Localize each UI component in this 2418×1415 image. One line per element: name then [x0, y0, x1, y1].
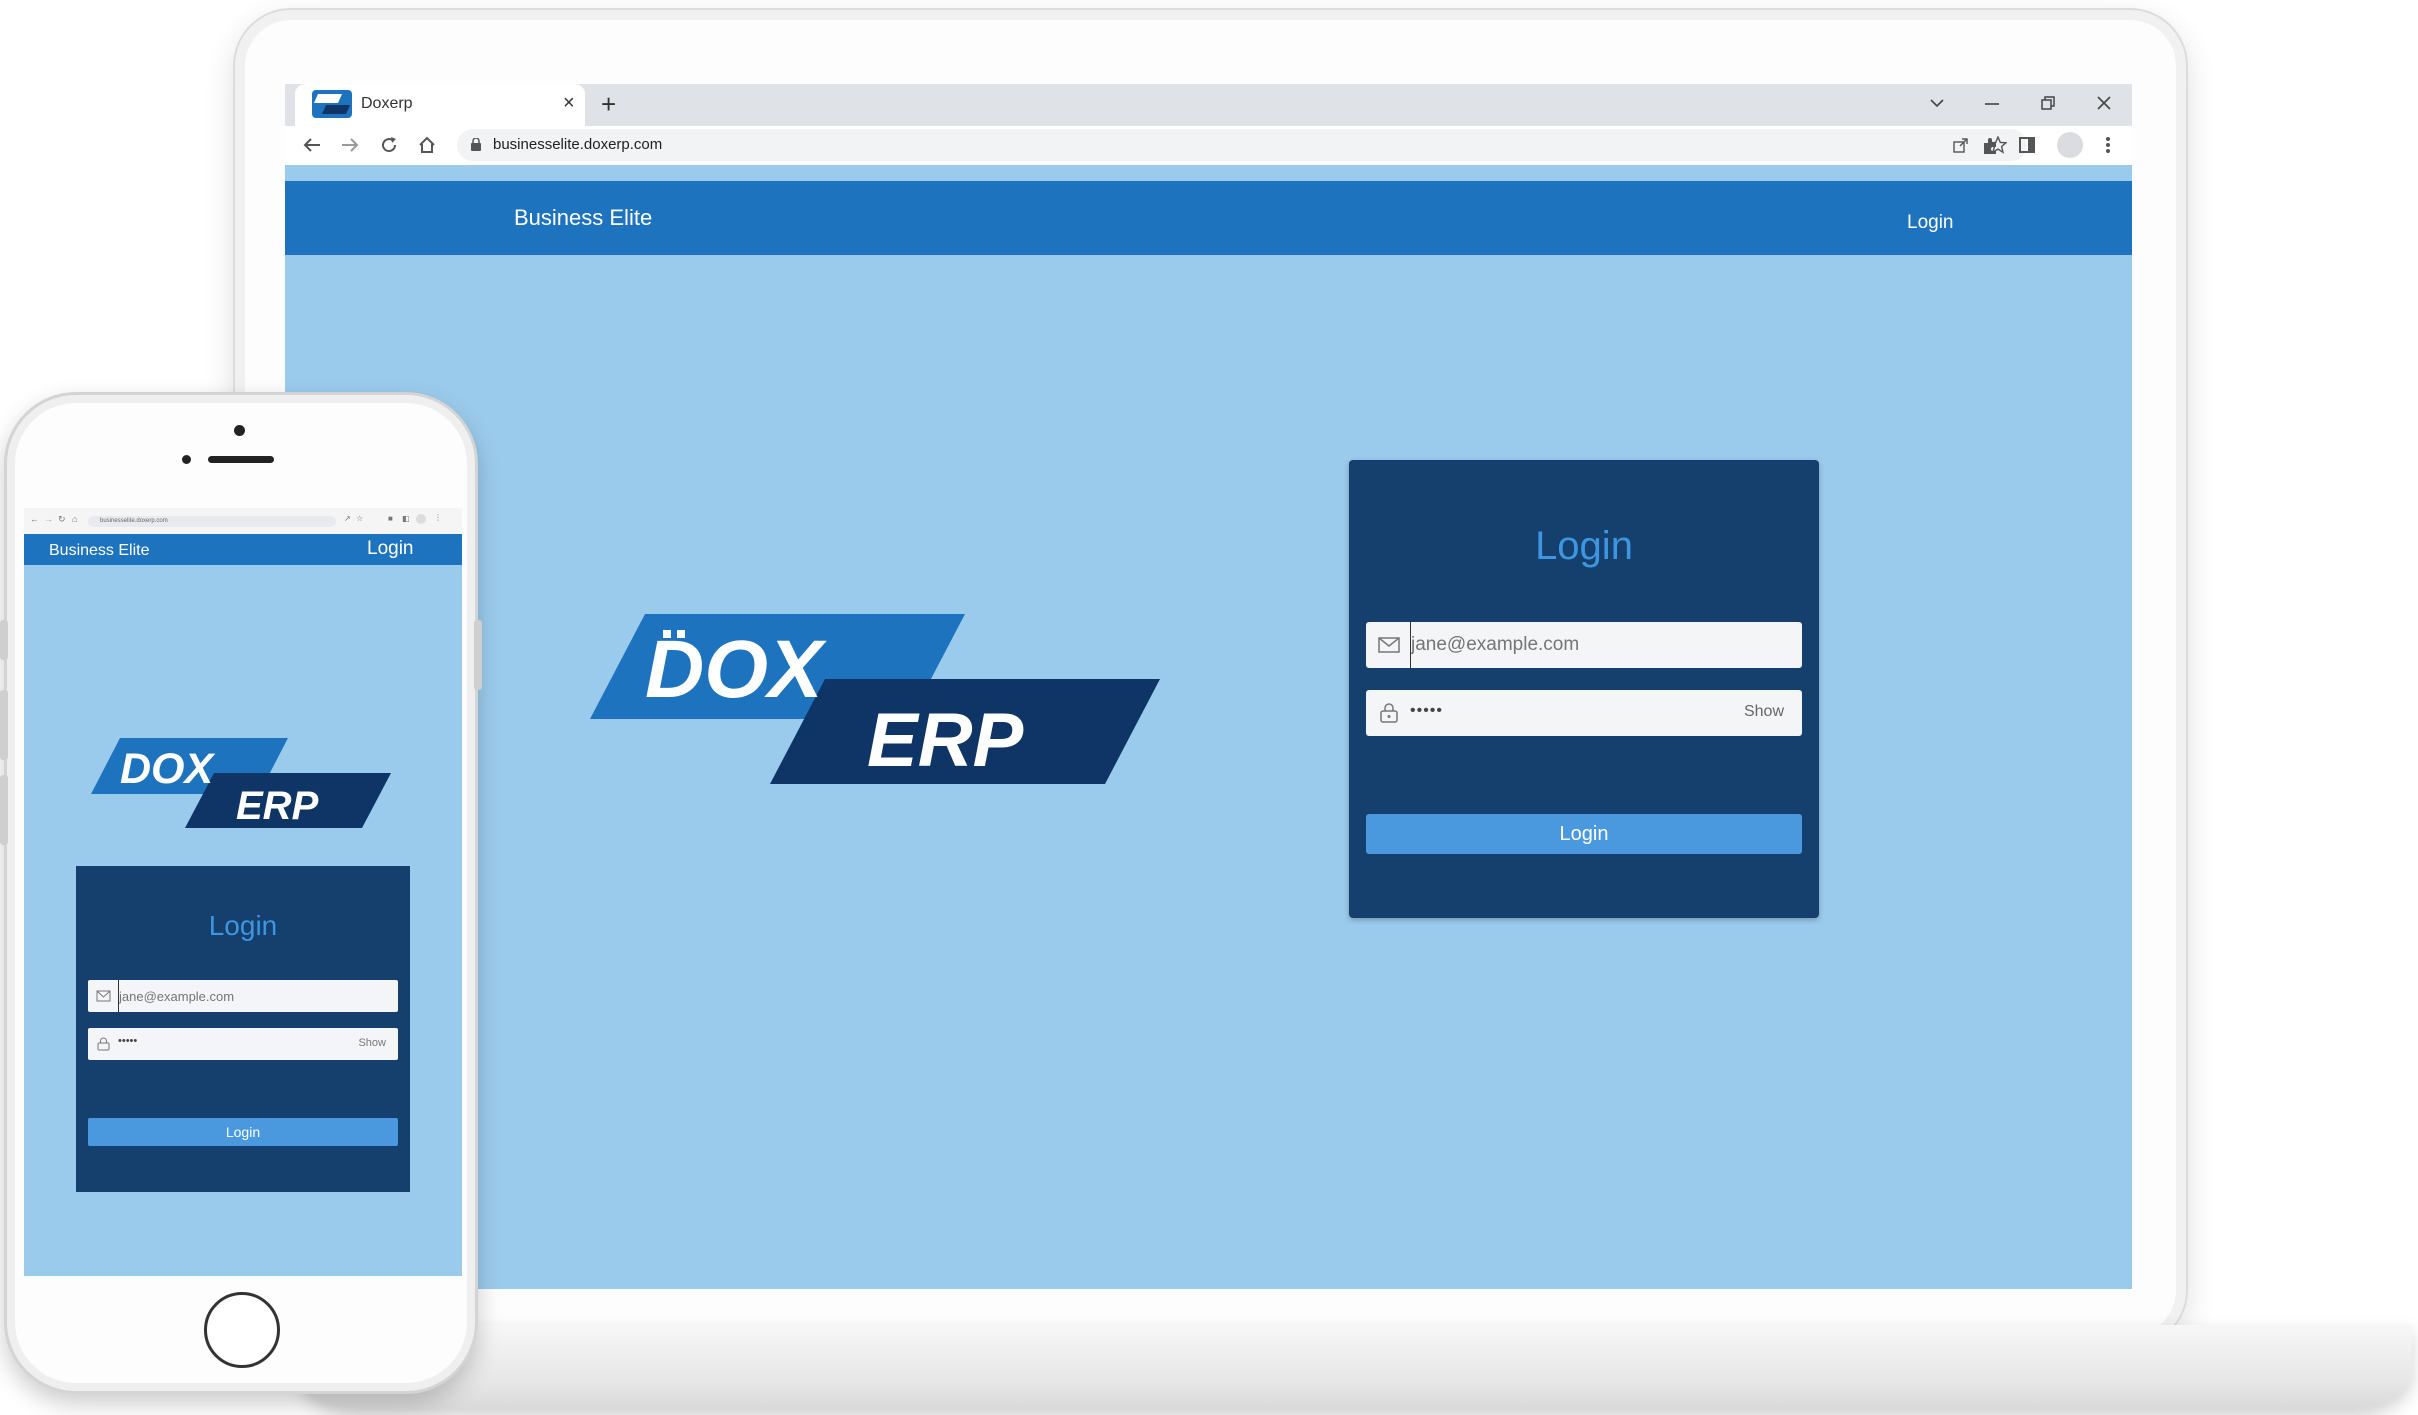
- proximity-sensor: [182, 455, 191, 464]
- address-bar[interactable]: businesselite.doxerp.com: [457, 129, 2027, 161]
- home-icon[interactable]: [418, 136, 436, 154]
- mobile-logo-text-dox: DOX: [120, 745, 216, 793]
- mobile-browser-toolbar: ← → ↻ ⌂ businesselite.doxerp.com ↗ ☆ ■ ◧…: [24, 508, 462, 534]
- email-field[interactable]: [1366, 622, 1802, 668]
- phone-side-button: [0, 620, 8, 660]
- mobile-lock-icon: [97, 1037, 110, 1051]
- mobile-doxerp-logo: DOX ERP: [91, 738, 391, 828]
- password-input[interactable]: •••••: [1410, 702, 1443, 720]
- mobile-login-card-title: Login: [208, 910, 278, 941]
- phone-power-button: [474, 620, 482, 690]
- minimize-icon[interactable]: [1985, 102, 1999, 106]
- arrow-right-icon[interactable]: [341, 137, 359, 153]
- tab-title: Doxerp: [361, 95, 413, 112]
- mobile-arrow-left-icon[interactable]: ←: [30, 514, 39, 524]
- new-tab-button[interactable]: +: [601, 89, 616, 120]
- phone-screen: ← → ↻ ⌂ businesselite.doxerp.com ↗ ☆ ■ ◧…: [24, 508, 462, 1276]
- phone-volume-down-button: [0, 775, 8, 845]
- brand-title[interactable]: Business Elite: [514, 205, 652, 231]
- restore-icon[interactable]: [2041, 96, 2055, 110]
- password-field[interactable]: ••••• Show: [1366, 690, 1802, 736]
- login-card-title: Login: [1535, 524, 1633, 568]
- mobile-share-icon[interactable]: ↗: [344, 514, 351, 523]
- mobile-app-header: Business Elite Login: [24, 534, 462, 565]
- browser-tab[interactable]: Doxerp ×: [295, 84, 585, 126]
- mobile-login-submit-button[interactable]: Login: [88, 1118, 398, 1146]
- login-card: Login ••••• Show Login: [1349, 460, 1819, 918]
- mobile-home-icon[interactable]: ⌂: [72, 514, 77, 524]
- show-password-button[interactable]: Show: [1744, 703, 1784, 721]
- arrow-left-icon[interactable]: [303, 137, 321, 153]
- front-camera: [234, 425, 245, 436]
- profile-avatar[interactable]: [2057, 132, 2083, 158]
- mobile-address-bar[interactable]: businesselite.doxerp.com: [88, 516, 336, 527]
- phone-volume-up-button: [0, 690, 8, 760]
- mobile-header-login-link[interactable]: Login: [367, 538, 414, 560]
- mobile-arrow-right-icon[interactable]: →: [44, 514, 53, 524]
- tab-search-chevron-icon[interactable]: [1929, 98, 1945, 108]
- mobile-email-field[interactable]: [88, 980, 398, 1012]
- email-input[interactable]: [1410, 622, 1710, 668]
- mobile-logo-text-erp: ERP: [236, 784, 319, 828]
- mobile-show-password-button[interactable]: Show: [358, 1037, 386, 1049]
- laptop-screen: Doxerp × + businesselite.doxerp.com Busi…: [285, 84, 2132, 1289]
- lock-icon: [1380, 703, 1398, 723]
- browser-toolbar: businesselite.doxerp.com: [285, 126, 2132, 165]
- mobile-more-menu-icon[interactable]: ⋮: [434, 513, 442, 522]
- mobile-login-card: Login ••••• Show Login: [76, 866, 410, 1192]
- mobile-reload-icon[interactable]: ↻: [58, 514, 66, 525]
- logo-text-erp: ERP: [867, 698, 1024, 783]
- phone-home-button[interactable]: [204, 1292, 280, 1368]
- mobile-side-panel-icon[interactable]: ◧: [402, 514, 410, 523]
- more-menu-icon[interactable]: [2105, 136, 2111, 154]
- reload-icon[interactable]: [380, 136, 398, 154]
- logo-text-dox: DOX: [645, 624, 827, 715]
- mobile-brand-title[interactable]: Business Elite: [49, 542, 150, 560]
- share-icon[interactable]: [1953, 137, 1969, 153]
- doxerp-favicon-icon: [312, 90, 352, 118]
- mobile-extensions-icon[interactable]: ■: [388, 514, 393, 523]
- browser-tabstrip: Doxerp × +: [285, 84, 2132, 126]
- mobile-star-icon[interactable]: ☆: [356, 514, 363, 523]
- mobile-password-field[interactable]: ••••• Show: [88, 1028, 398, 1060]
- mobile-email-input[interactable]: [118, 980, 338, 1012]
- doxerp-logo: DOX ERP: [590, 614, 1160, 784]
- extensions-icon[interactable]: [1981, 137, 1999, 155]
- earpiece-speaker: [208, 456, 274, 463]
- mobile-password-input[interactable]: •••••: [118, 1035, 137, 1047]
- app-header: Business Elite Login: [285, 181, 2132, 255]
- login-submit-button[interactable]: Login: [1366, 814, 1802, 854]
- tab-close-icon[interactable]: ×: [563, 92, 575, 115]
- url-text: businesselite.doxerp.com: [493, 136, 663, 153]
- lock-icon: [471, 138, 481, 151]
- header-login-link[interactable]: Login: [1907, 212, 1954, 234]
- mobile-envelope-icon: [96, 990, 111, 1002]
- laptop-base: [300, 1325, 2412, 1409]
- close-window-icon[interactable]: [2097, 96, 2111, 110]
- mobile-profile-avatar[interactable]: [416, 514, 426, 524]
- envelope-icon: [1378, 637, 1400, 653]
- side-panel-icon[interactable]: [2019, 137, 2035, 153]
